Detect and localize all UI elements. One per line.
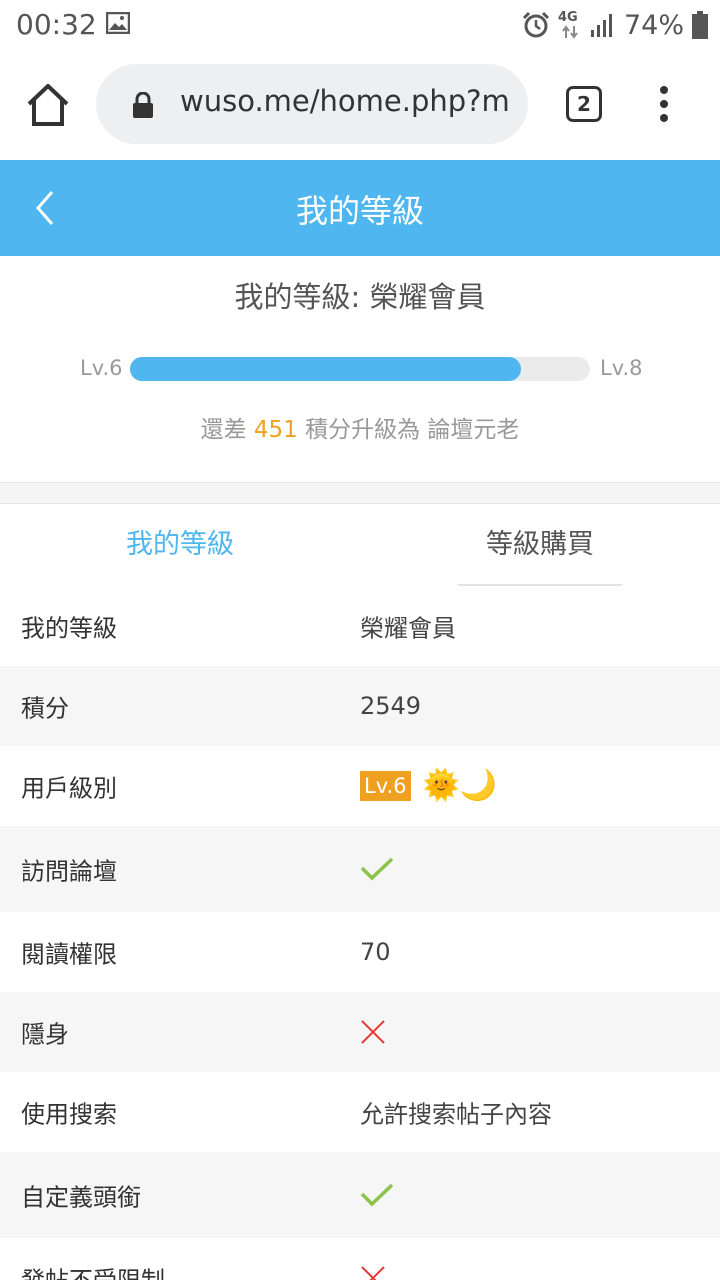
level-badge: Lv.6	[360, 771, 411, 801]
battery-percent: 74%	[623, 9, 684, 41]
row-label: 我的等級	[21, 614, 117, 643]
network-indicator: 4G	[558, 10, 582, 40]
table-row: 隱身	[0, 992, 720, 1072]
points-needed-suffix: 積分升級為 論壇元老	[305, 417, 520, 443]
row-value	[360, 1182, 394, 1208]
row-value: 允許搜索帖子內容	[360, 1100, 552, 1129]
points-needed-value: 451	[253, 417, 298, 443]
row-label: 使用搜索	[21, 1100, 117, 1129]
status-icons: 4G 74%	[522, 8, 708, 42]
table-row: 用戶級別 Lv.6 🌞🌙	[0, 746, 720, 826]
level-progress-fill	[130, 357, 521, 381]
next-level-label: Lv.8	[600, 356, 643, 380]
page-header: 我的等級	[0, 160, 720, 256]
table-row: 我的等級 榮耀會員	[0, 586, 720, 666]
level-progress-bar	[130, 357, 590, 381]
row-value: 70	[360, 938, 391, 966]
browser-toolbar: wuso.me/home.php?m 2	[0, 50, 720, 160]
row-label: 發帖不受限制	[21, 1261, 165, 1280]
points-needed-prefix: 還差	[200, 417, 247, 443]
row-value	[360, 1019, 386, 1045]
table-row: 使用搜索 允許搜索帖子內容	[0, 1072, 720, 1152]
page-title: 我的等級	[295, 192, 424, 230]
current-level-label: Lv.6	[80, 356, 123, 380]
row-label: 閱讀權限	[21, 940, 117, 969]
current-level-title: 我的等級: 榮耀會員	[234, 280, 486, 314]
url-text: wuso.me/home.php?m	[180, 84, 510, 118]
image-notification-icon	[106, 12, 130, 34]
check-icon	[360, 1183, 394, 1207]
home-icon[interactable]	[24, 82, 72, 128]
row-label: 自定義頭銜	[21, 1183, 141, 1212]
tab-level-purchase[interactable]: 等級購買	[360, 522, 720, 561]
alarm-icon	[522, 11, 550, 38]
row-value: 榮耀會員	[360, 614, 456, 643]
row-value: 2549	[360, 692, 422, 720]
check-icon	[360, 857, 394, 881]
address-bar[interactable]: wuso.me/home.php?m	[96, 64, 528, 144]
more-menu-icon[interactable]	[656, 86, 672, 126]
table-row: 發帖不受限制	[0, 1238, 720, 1280]
status-bar: 00:32 4G 74%	[0, 0, 720, 50]
cross-icon	[361, 1266, 385, 1280]
row-value: Lv.6 🌞🌙	[360, 771, 497, 801]
points-needed-text: 還差 451 積分升級為 論壇元老	[0, 410, 720, 444]
tab-my-level[interactable]: 我的等級	[0, 522, 360, 561]
clock: 00:32	[16, 8, 97, 41]
section-divider	[0, 482, 720, 504]
row-value	[360, 1265, 386, 1280]
level-summary: 我的等級: 榮耀會員 Lv.6 Lv.8 還差 451 積分升級為 論壇元老	[0, 256, 720, 482]
table-row: 積分 2549	[0, 666, 720, 746]
row-label: 積分	[21, 694, 69, 723]
data-arrows-icon	[562, 25, 578, 39]
battery-icon	[692, 11, 708, 39]
row-value	[360, 856, 394, 882]
network-type: 4G	[557, 10, 578, 25]
row-label: 訪問論壇	[21, 857, 117, 886]
tab-bar: 我的等級 等級購買	[0, 504, 720, 586]
row-label: 用戶級別	[21, 774, 117, 803]
level-detail-table: 我的等級 榮耀會員 積分 2549 用戶級別 Lv.6 🌞🌙 訪問論壇 閱讀權限…	[0, 586, 720, 1280]
cross-icon	[361, 1020, 385, 1044]
table-row: 訪問論壇	[0, 826, 720, 912]
table-row: 自定義頭銜	[0, 1152, 720, 1238]
table-row: 閱讀權限 70	[0, 912, 720, 992]
row-label: 隱身	[21, 1020, 69, 1049]
tab-switcher-button[interactable]: 2	[566, 86, 602, 122]
sun-moon-icons: 🌞🌙	[422, 768, 498, 803]
lock-icon	[133, 92, 153, 118]
signal-icon	[590, 14, 612, 37]
